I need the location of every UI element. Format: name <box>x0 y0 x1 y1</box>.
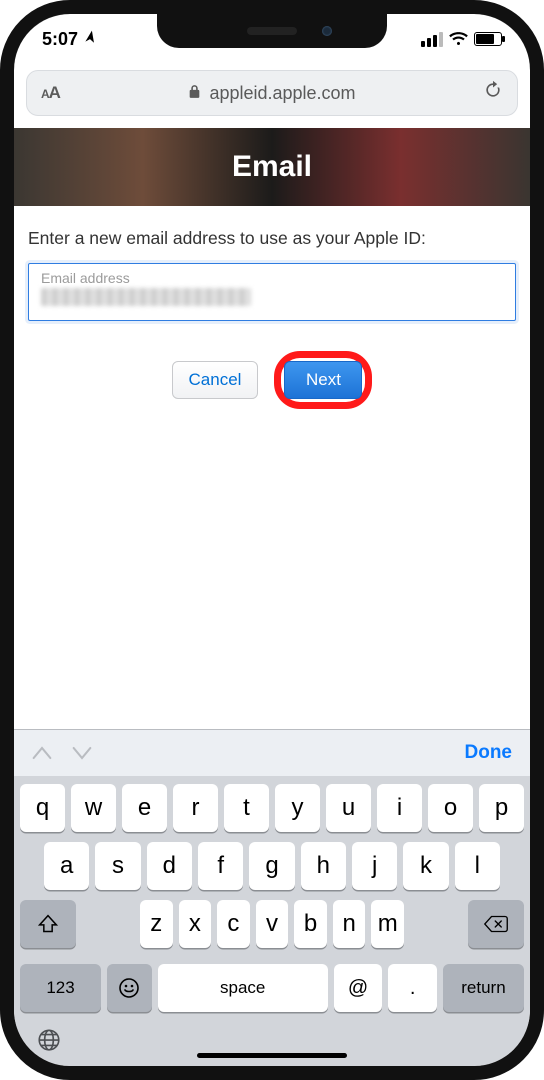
key-y[interactable]: y <box>275 784 320 832</box>
key-f[interactable]: f <box>198 842 243 890</box>
globe-icon[interactable] <box>36 1027 62 1060</box>
key-a[interactable]: a <box>44 842 89 890</box>
main-content: Enter a new email address to use as your… <box>14 206 530 409</box>
key-w[interactable]: w <box>71 784 116 832</box>
return-key[interactable]: return <box>443 964 524 1012</box>
email-field[interactable]: Email address <box>28 263 516 321</box>
next-button[interactable]: Next <box>284 361 362 399</box>
page-title: Email <box>232 150 312 184</box>
key-z[interactable]: z <box>140 900 173 948</box>
lock-icon <box>188 84 201 103</box>
keyboard-footer <box>14 1020 530 1066</box>
space-key[interactable]: space <box>158 964 328 1012</box>
key-u[interactable]: u <box>326 784 371 832</box>
screen: 5:07 AA appleid.apple.com <box>14 14 530 1066</box>
dot-key[interactable]: . <box>388 964 437 1012</box>
key-k[interactable]: k <box>403 842 448 890</box>
keyboard: Done qwertyuiop asdfghjkl zxcvbnm 123 <box>14 729 530 1066</box>
volume-up <box>0 254 2 324</box>
key-q[interactable]: q <box>20 784 65 832</box>
key-d[interactable]: d <box>147 842 192 890</box>
emoji-key[interactable] <box>107 964 152 1012</box>
key-h[interactable]: h <box>301 842 346 890</box>
key-m[interactable]: m <box>371 900 404 948</box>
home-indicator[interactable] <box>197 1053 347 1058</box>
key-v[interactable]: v <box>256 900 289 948</box>
shift-key[interactable] <box>20 900 76 948</box>
key-o[interactable]: o <box>428 784 473 832</box>
key-c[interactable]: c <box>217 900 250 948</box>
keyboard-row-bottom: 123 space @ . return <box>14 964 530 1020</box>
key-r[interactable]: r <box>173 784 218 832</box>
reader-aa-button[interactable]: AA <box>41 83 60 103</box>
key-x[interactable]: x <box>179 900 212 948</box>
key-s[interactable]: s <box>95 842 140 890</box>
reload-icon[interactable] <box>483 80 503 106</box>
cancel-button[interactable]: Cancel <box>172 361 259 399</box>
page-banner: Email <box>14 128 530 206</box>
mute-switch <box>0 184 2 222</box>
battery-icon <box>474 32 502 46</box>
numbers-key[interactable]: 123 <box>20 964 101 1012</box>
wifi-icon <box>449 29 468 50</box>
notch <box>157 14 387 48</box>
address-domain: appleid.apple.com <box>209 83 355 104</box>
next-highlight: Next <box>274 351 372 409</box>
key-b[interactable]: b <box>294 900 327 948</box>
backspace-key[interactable] <box>468 900 524 948</box>
volume-down <box>0 344 2 414</box>
key-l[interactable]: l <box>455 842 500 890</box>
keyboard-row-3: zxcvbnm <box>20 900 524 948</box>
action-row: Cancel Next <box>28 351 516 409</box>
email-value-redacted <box>41 288 251 306</box>
address-bar[interactable]: AA appleid.apple.com <box>26 70 518 116</box>
phone-frame: 5:07 AA appleid.apple.com <box>0 0 544 1080</box>
keyboard-done-button[interactable]: Done <box>465 742 513 764</box>
key-p[interactable]: p <box>479 784 524 832</box>
key-g[interactable]: g <box>249 842 294 890</box>
key-t[interactable]: t <box>224 784 269 832</box>
key-e[interactable]: e <box>122 784 167 832</box>
at-key[interactable]: @ <box>334 964 383 1012</box>
key-i[interactable]: i <box>377 784 422 832</box>
prompt-text: Enter a new email address to use as your… <box>28 228 516 249</box>
prev-field-icon[interactable] <box>32 740 52 766</box>
next-field-icon[interactable] <box>72 740 92 766</box>
key-n[interactable]: n <box>333 900 366 948</box>
keyboard-row-1: qwertyuiop <box>20 784 524 832</box>
cellular-icon <box>421 32 443 47</box>
location-icon <box>79 26 103 51</box>
keyboard-toolbar: Done <box>14 730 530 776</box>
key-j[interactable]: j <box>352 842 397 890</box>
keyboard-row-2: asdfghjkl <box>20 842 524 890</box>
status-time: 5:07 <box>42 29 78 50</box>
email-label: Email address <box>41 270 503 286</box>
